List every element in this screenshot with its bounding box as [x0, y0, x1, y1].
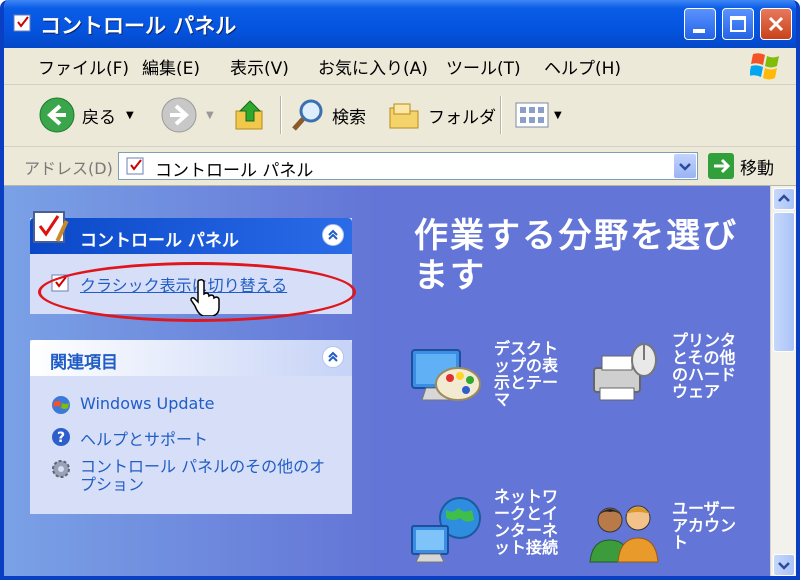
minimize-button[interactable]	[684, 8, 716, 40]
other-options-link[interactable]: コントロール パネルのその他のオプション	[50, 458, 340, 494]
svg-text:?: ?	[57, 430, 65, 446]
control-panel-window: コントロール パネル ファイル(F) 編集(E) 表示(V) お気に入り(A) …	[0, 0, 800, 580]
control-panel-icon	[126, 157, 144, 175]
category-label: プリンタとその他のハードウェア	[672, 331, 737, 401]
chevron-up-icon	[778, 194, 790, 202]
control-panel-icon	[13, 14, 31, 32]
related-box-header[interactable]: 関連項目	[30, 340, 352, 376]
address-dropdown-button[interactable]	[674, 154, 696, 178]
forward-dropdown-icon[interactable]: ▼	[206, 110, 214, 121]
go-arrow-icon	[708, 153, 734, 179]
back-button[interactable]: 戻る ▼	[38, 94, 134, 136]
views-button[interactable]: ▼	[514, 94, 562, 136]
scroll-thumb[interactable]	[773, 212, 795, 352]
related-box-title: 関連項目	[50, 353, 118, 373]
back-arrow-icon	[39, 97, 75, 133]
forward-button[interactable]: ▼	[160, 94, 214, 136]
folders-label: フォルダ	[428, 107, 496, 128]
category-label: ネットワークとインターネット接続	[494, 487, 559, 557]
forward-arrow-icon	[161, 97, 197, 133]
go-button[interactable]: 移動	[708, 153, 774, 179]
menu-bar: ファイル(F) 編集(E) 表示(V) お気に入り(A) ツール(T) ヘルプ(…	[4, 48, 796, 85]
category-label: ユーザー アカウント	[672, 499, 737, 552]
address-bar: アドレス(D) コントロール パネル 移動	[4, 147, 796, 186]
windows-update-link[interactable]: Windows Update	[50, 394, 214, 416]
window-title: コントロール パネル	[40, 14, 237, 38]
search-label: 検索	[332, 107, 366, 128]
double-chevron-up-icon	[328, 229, 338, 240]
search-icon	[292, 99, 323, 131]
windows-update-label: Windows Update	[80, 394, 215, 413]
menu-favorites[interactable]: お気に入り(A)	[318, 54, 428, 79]
windows-logo-icon	[750, 53, 779, 80]
gear-icon	[52, 460, 70, 478]
folders-icon	[389, 103, 419, 129]
chevron-down-icon	[679, 163, 691, 171]
address-input[interactable]: コントロール パネル	[118, 152, 698, 181]
toolbar: 戻る ▼ ▼ 検索 フォルダ ▼	[4, 86, 796, 147]
hand-cursor-icon	[190, 279, 220, 316]
chevron-down-icon	[778, 562, 790, 570]
menu-tools[interactable]: ツール(T)	[446, 54, 521, 79]
back-dropdown-icon[interactable]: ▼	[126, 110, 134, 121]
folders-button[interactable]: フォルダ	[388, 94, 496, 136]
category-user-accounts[interactable]: ユーザー アカウント	[586, 500, 740, 570]
collapse-button[interactable]	[322, 224, 344, 246]
control-panel-large-icon	[33, 211, 69, 243]
category-network-internet[interactable]: ネットワークとインターネット接続	[408, 488, 562, 566]
maximize-button[interactable]	[722, 8, 754, 40]
menu-edit[interactable]: 編集(E)	[142, 54, 200, 79]
task-box-header[interactable]: コントロール パネル	[30, 211, 352, 254]
collapse-button[interactable]	[322, 346, 344, 368]
address-value: コントロール パネル	[155, 161, 314, 181]
related-items-box: 関連項目 Windows Update ? ヘルプとサポート コントロール パネ…	[30, 340, 352, 514]
windows-update-icon	[52, 396, 70, 414]
help-support-link[interactable]: ? ヘルプとサポート	[50, 426, 208, 450]
category-label: デスクトップの表示とテーマ	[494, 339, 559, 409]
page-heading: 作業する分野を選びます	[414, 216, 738, 296]
toolbar-separator	[280, 96, 281, 134]
category-appearance-themes[interactable]: デスクトップの表示とテーマ	[408, 340, 562, 418]
desktop-theme-icon	[411, 349, 481, 401]
up-folder-icon	[235, 100, 263, 130]
search-button[interactable]: 検索	[290, 94, 366, 136]
help-icon: ?	[52, 428, 70, 446]
menu-view[interactable]: 表示(V)	[230, 54, 289, 79]
vertical-scrollbar[interactable]	[770, 186, 796, 576]
users-icon	[589, 505, 659, 563]
menu-file[interactable]: ファイル(F)	[38, 54, 129, 79]
other-options-label: コントロール パネルのその他のオプション	[80, 457, 326, 494]
printer-icon	[593, 343, 657, 401]
views-dropdown-icon[interactable]: ▼	[554, 110, 562, 121]
title-bar[interactable]: コントロール パネル	[4, 0, 796, 48]
views-icon	[515, 102, 549, 128]
close-icon	[768, 16, 784, 32]
double-chevron-up-icon	[328, 351, 338, 362]
scroll-up-button[interactable]	[773, 188, 795, 210]
close-button[interactable]	[760, 8, 792, 40]
task-box-title: コントロール パネル	[80, 231, 239, 251]
network-icon	[411, 497, 481, 563]
address-label: アドレス(D)	[24, 159, 113, 178]
menu-help[interactable]: ヘルプ(H)	[544, 54, 621, 79]
scroll-down-button[interactable]	[773, 554, 795, 576]
back-label: 戻る	[82, 107, 116, 128]
toolbar-separator	[500, 96, 501, 134]
go-label: 移動	[740, 158, 774, 179]
up-folder-button[interactable]	[234, 94, 268, 136]
help-support-label: ヘルプとサポート	[80, 430, 209, 449]
category-printers-hardware[interactable]: プリンタとその他のハードウェア	[586, 332, 740, 410]
